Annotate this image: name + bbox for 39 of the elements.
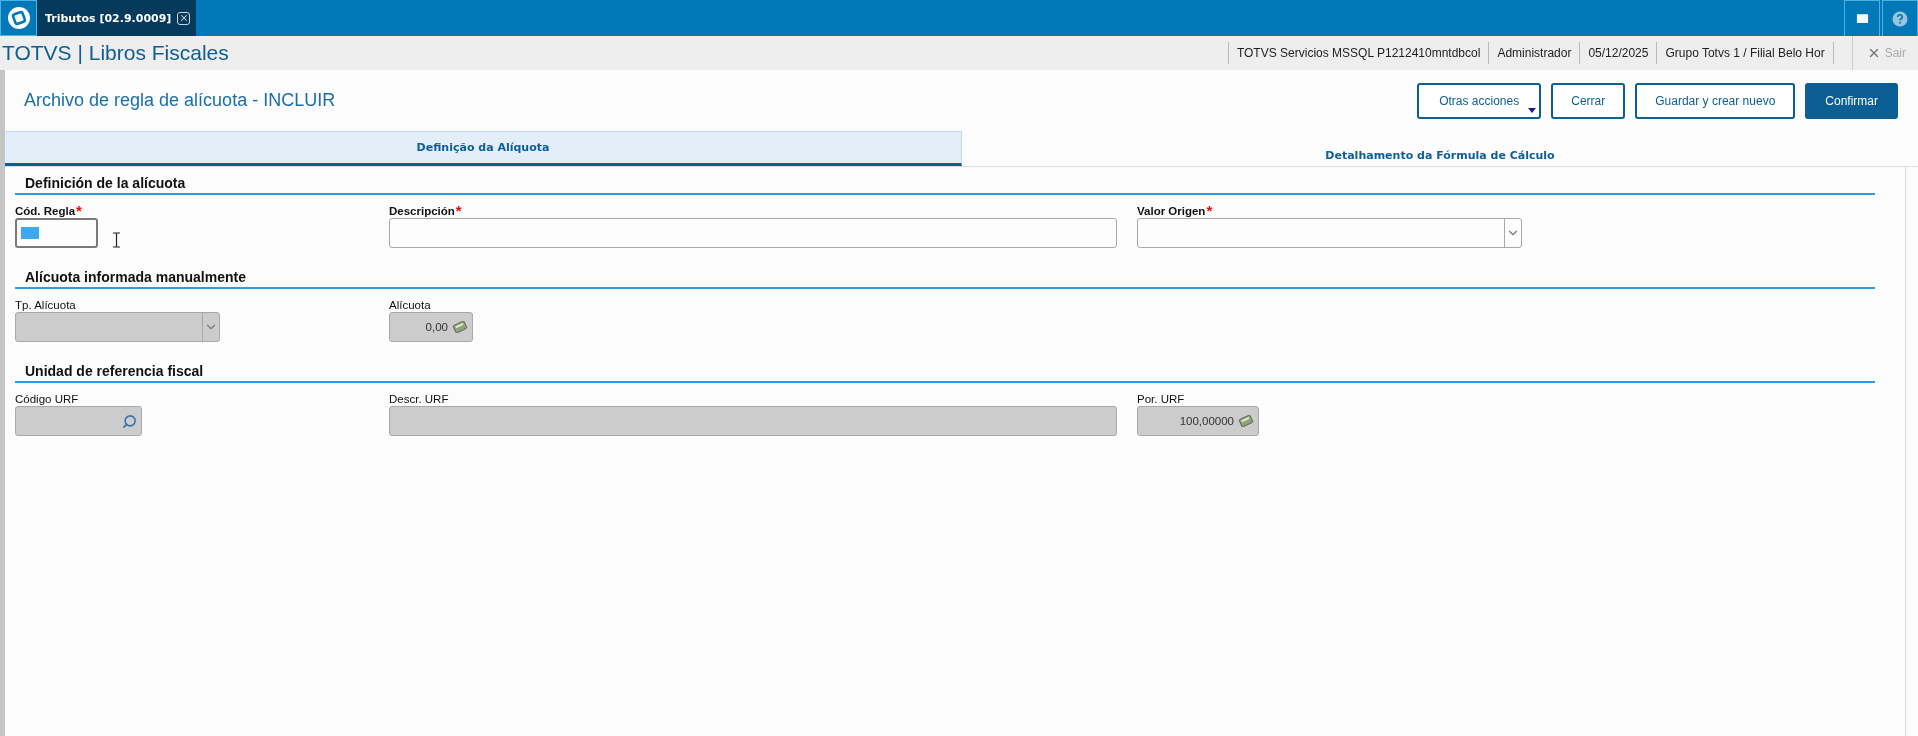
field-label: Código URF	[15, 393, 79, 405]
field-label: Tp. Alícuota	[15, 299, 76, 311]
field-label: Descripción	[389, 205, 455, 217]
header-info: Grupo Totvs 1 / Filial Belo Hor	[1656, 42, 1833, 64]
field-label: Por. URF	[1137, 393, 1185, 405]
actions-menu-button[interactable]: Otras acciones	[1417, 82, 1542, 119]
logo-icon	[6, 6, 31, 30]
required-marker: *	[1206, 205, 1213, 217]
action-button[interactable]: Guardar y crear nuevo	[1635, 82, 1796, 119]
app-title: TOTVS | Libros Fiscales	[1, 41, 229, 65]
help-button[interactable]	[1882, 0, 1918, 36]
help-icon	[1892, 10, 1908, 27]
text-cursor-icon	[113, 232, 120, 248]
close-icon[interactable]	[177, 11, 191, 25]
app-tab[interactable]: Tributos [02.9.0009]	[37, 0, 197, 36]
required-marker: *	[76, 205, 82, 217]
field-label: Cód. Regla	[15, 205, 76, 217]
confirm-button[interactable]: Confirmar	[1805, 82, 1898, 119]
field-value: 100,00000	[1178, 415, 1235, 427]
header-info: TOTVS Servicios MSSQL P1212410mntdbcol	[1227, 42, 1489, 64]
field-label: Valor Origen	[1137, 205, 1206, 217]
form-tab[interactable]: Detalhamento da Fórmula de Cálculo	[962, 131, 1918, 166]
header-info: Administrador	[1488, 42, 1580, 64]
caret-icon	[1528, 107, 1537, 113]
header-info: 05/12/2025	[1579, 42, 1657, 64]
section-title: Definición de la alícuota	[15, 175, 1875, 195]
action-button[interactable]: Cerrar	[1551, 82, 1626, 119]
field-label: Descr. URF	[389, 393, 449, 405]
form-tab[interactable]: Definição da Alíquota	[5, 131, 962, 166]
field-label: Alícuota	[389, 299, 431, 311]
select-field[interactable]	[1137, 218, 1522, 248]
mail-button[interactable]	[1844, 0, 1880, 36]
section-title: Alícuota informada manualmente	[15, 269, 1875, 289]
input-field[interactable]	[389, 218, 1117, 248]
required-marker: *	[455, 205, 462, 217]
text-selection	[21, 227, 39, 239]
section-title: Unidad de referencia fiscal	[15, 363, 1875, 383]
field-value: 0,00	[424, 321, 449, 333]
page-title: Archivo de regla de alícuota - INCLUIR	[24, 90, 336, 111]
